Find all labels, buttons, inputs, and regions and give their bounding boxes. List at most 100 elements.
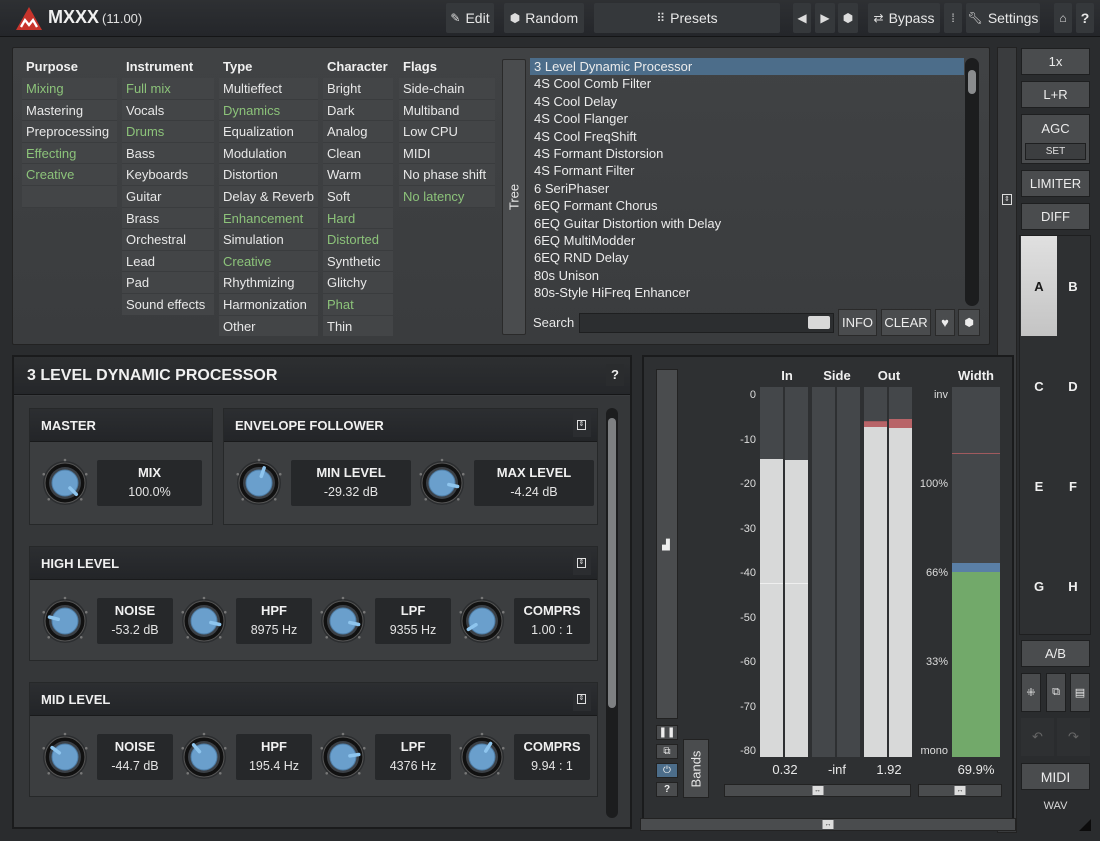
category-item[interactable]: Side-chain <box>399 78 495 100</box>
editor-scrollbar[interactable] <box>606 408 618 818</box>
channel-mode-button[interactable]: L+R <box>1021 81 1090 108</box>
category-item[interactable]: Brass <box>122 207 214 230</box>
slot-g[interactable]: G <box>1021 536 1057 636</box>
width-expand-bar[interactable]: ↔ <box>918 784 1002 797</box>
tree-view-tab[interactable]: Tree <box>502 59 526 335</box>
search-input[interactable] <box>579 313 834 333</box>
slot-b[interactable]: B <box>1055 236 1091 336</box>
category-item[interactable]: Multiband <box>399 99 495 122</box>
edit-button[interactable]: ✎ Edit <box>446 3 494 33</box>
category-item[interactable]: Phat <box>323 293 393 316</box>
slot-e[interactable]: E <box>1021 436 1057 536</box>
midi-button[interactable]: MIDI <box>1021 763 1090 790</box>
category-item[interactable]: Synthetic <box>323 250 393 273</box>
knob[interactable] <box>179 596 229 646</box>
presets-button[interactable]: ⠿ Presets <box>594 3 780 33</box>
knob[interactable] <box>417 458 467 508</box>
knob[interactable] <box>40 596 90 646</box>
preset-item[interactable]: 3 Level Dynamic Processor <box>530 58 964 76</box>
category-item[interactable]: Preprocessing <box>22 121 117 143</box>
category-item[interactable]: Hard <box>323 207 393 230</box>
power-button[interactable]: ⏻ <box>656 763 678 778</box>
category-item[interactable]: Harmonization <box>219 293 318 316</box>
category-item[interactable]: Glitchy <box>323 272 393 294</box>
slot-h[interactable]: H <box>1055 536 1091 636</box>
category-item[interactable]: Drums <box>122 121 214 143</box>
preset-item[interactable]: 4S Cool Comb Filter <box>530 75 964 92</box>
meter-view-toggle[interactable]: ▟ <box>656 369 678 719</box>
preset-item[interactable]: 6EQ RND Delay <box>530 249 964 266</box>
slot-f[interactable]: F <box>1055 436 1091 536</box>
popout-button[interactable]: ⧉ <box>656 744 678 759</box>
preset-item[interactable]: 4S Cool Flanger <box>530 110 964 127</box>
info-button[interactable]: INFO <box>838 309 877 336</box>
preset-item[interactable]: 6EQ MultiModder <box>530 232 964 249</box>
agc-set-button[interactable]: SET <box>1025 143 1086 160</box>
param-value-box[interactable]: COMPRS 1.00 : 1 <box>514 598 590 644</box>
morph-button[interactable]: ⁜ <box>1021 673 1041 712</box>
category-item[interactable]: No phase shift <box>399 164 495 186</box>
category-item[interactable]: Keyboards <box>122 164 214 186</box>
category-item[interactable]: Analog <box>323 121 393 143</box>
category-item[interactable]: Distorted <box>323 229 393 251</box>
favorite-button[interactable]: ♥ <box>935 309 955 336</box>
knob[interactable] <box>457 596 507 646</box>
category-item[interactable]: No latency <box>399 185 495 208</box>
undo-button[interactable]: ↶ <box>1021 718 1054 756</box>
expand-group-button[interactable]: ⇕ <box>573 413 591 437</box>
wav-button[interactable]: WAV <box>1021 800 1090 812</box>
settings-button[interactable]: 🔧︎ Settings <box>966 3 1040 33</box>
random-button[interactable]: ⬢ Random <box>504 3 584 33</box>
meter-help-button[interactable]: ? <box>656 782 678 797</box>
slot-c[interactable]: C <box>1021 336 1057 436</box>
category-item[interactable]: Guitar <box>122 185 214 208</box>
category-item[interactable]: Rhythmizing <box>219 272 318 294</box>
category-item[interactable]: Creative <box>219 250 318 273</box>
category-item[interactable]: Bass <box>122 142 214 165</box>
category-item[interactable]: Bright <box>323 78 393 100</box>
preset-item[interactable]: 80s Unison <box>530 267 964 284</box>
random-preset-select-button[interactable]: ⬢ <box>958 309 980 336</box>
category-item[interactable]: Enhancement <box>219 207 318 230</box>
redo-button[interactable]: ↷ <box>1057 718 1090 756</box>
param-value-box[interactable]: HPF 8975 Hz <box>236 598 312 644</box>
category-item[interactable]: Pad <box>122 272 214 294</box>
preset-item[interactable]: 4S Cool Delay <box>530 93 964 110</box>
preset-item[interactable]: 80s-Style HiFreq Enhancer <box>530 284 964 301</box>
category-item[interactable]: Equalization <box>219 121 318 143</box>
category-item[interactable]: Mixing <box>22 78 117 100</box>
knob[interactable] <box>318 596 368 646</box>
preset-item[interactable]: 4S Formant Filter <box>530 162 964 179</box>
ab-compare-button[interactable]: A/B <box>1021 640 1090 667</box>
bands-button[interactable]: Bands <box>683 739 709 798</box>
category-item[interactable]: Distortion <box>219 164 318 186</box>
copy-button[interactable]: ⧉ <box>1046 673 1066 712</box>
paste-button[interactable]: ▤ <box>1070 673 1090 712</box>
slot-a[interactable]: A <box>1021 236 1057 336</box>
category-item[interactable]: Modulation <box>219 142 318 165</box>
category-item[interactable]: Multieffect <box>219 78 318 100</box>
random-preset-button[interactable]: ⬢ <box>838 3 858 33</box>
keyboard-icon[interactable] <box>808 316 830 329</box>
param-value-box[interactable]: MAX LEVEL -4.24 dB <box>474 460 594 506</box>
param-value-box[interactable]: NOISE -44.7 dB <box>97 734 173 780</box>
home-button[interactable]: ⌂ <box>1054 3 1072 33</box>
category-item[interactable]: Dynamics <box>219 99 318 122</box>
pause-button[interactable]: ❚❚ <box>656 725 678 740</box>
editor-help-button[interactable]: ? <box>606 364 624 386</box>
param-value-box[interactable]: MIN LEVEL -29.32 dB <box>291 460 411 506</box>
knob[interactable] <box>234 458 284 508</box>
expand-group-button[interactable]: ⇕ <box>573 551 591 575</box>
next-preset-button[interactable]: ▶ <box>815 3 835 33</box>
preset-list-scrollbar[interactable] <box>965 58 979 306</box>
knob[interactable] <box>40 732 90 782</box>
category-item[interactable]: Warm <box>323 164 393 186</box>
scrollbar-thumb[interactable] <box>608 418 616 708</box>
category-item[interactable]: Creative <box>22 164 117 186</box>
category-item[interactable]: Clean <box>323 142 393 165</box>
preset-item[interactable]: 6 SeriPhaser <box>530 180 964 197</box>
previous-preset-button[interactable]: ◀ <box>793 3 811 33</box>
clear-button[interactable]: CLEAR <box>881 309 931 336</box>
param-value-box[interactable]: COMPRS 9.94 : 1 <box>514 734 590 780</box>
category-item[interactable]: Thin <box>323 315 393 338</box>
